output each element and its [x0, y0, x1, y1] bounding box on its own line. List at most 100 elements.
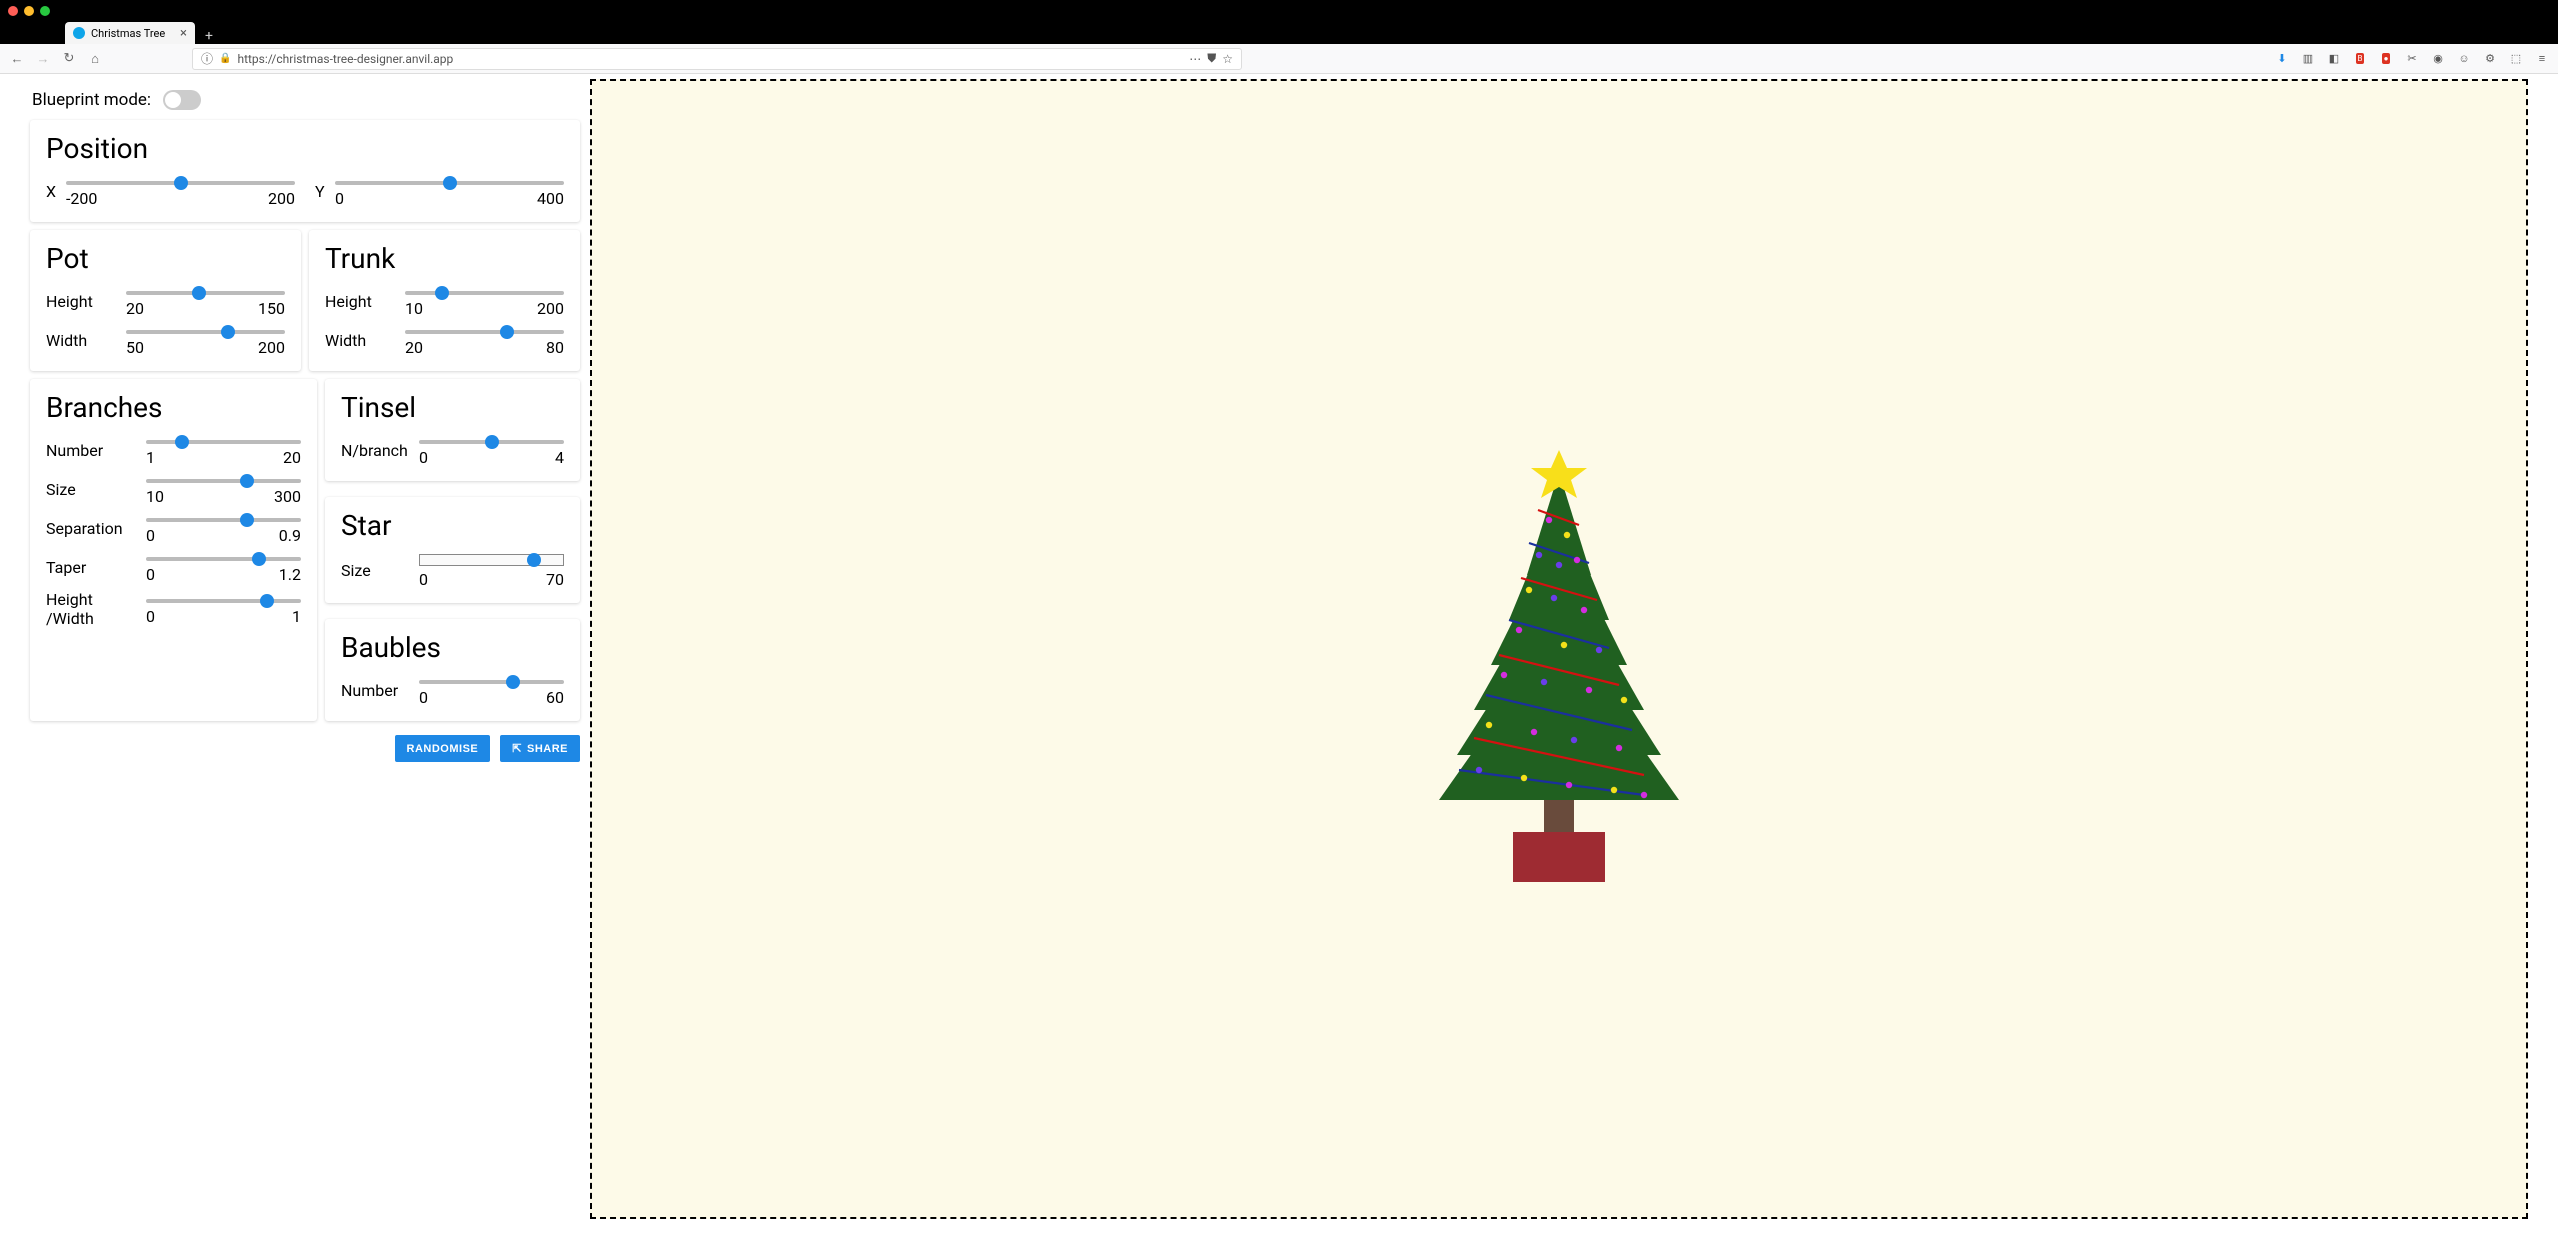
- url-actions-icon[interactable]: ⋯: [1189, 52, 1201, 66]
- pot-title: Pot: [46, 242, 285, 275]
- traffic-lights: [8, 6, 50, 16]
- branches-taper-slider[interactable]: [146, 557, 301, 561]
- close-tab-icon[interactable]: ×: [180, 26, 187, 41]
- star-size-label: Size: [341, 561, 409, 580]
- forward-button[interactable]: →: [34, 51, 52, 67]
- trunk-width-thumb[interactable]: [500, 325, 514, 339]
- baubles-number-thumb[interactable]: [506, 675, 520, 689]
- branches-taper-min: 0: [146, 565, 155, 584]
- bookmark-icon[interactable]: ☆: [1222, 52, 1233, 66]
- baubles-number-max: 60: [546, 688, 564, 707]
- x-min: -200: [66, 189, 97, 208]
- pot-width-slider[interactable]: [126, 330, 285, 334]
- star-size-slider[interactable]: [419, 554, 564, 566]
- tree-canvas: [590, 79, 2528, 1219]
- sync-icon[interactable]: ◉: [2430, 51, 2446, 67]
- branches-number-slider[interactable]: [146, 440, 301, 444]
- card-trunk: Trunk Height 10200 Width 2080: [309, 230, 580, 371]
- share-button[interactable]: ⇱ SHARE: [500, 735, 580, 762]
- y-thumb[interactable]: [443, 176, 457, 190]
- share-label: SHARE: [527, 743, 568, 755]
- trunk-height-label: Height: [325, 292, 395, 311]
- shield-icon[interactable]: ⛊: [1207, 51, 1216, 66]
- reload-button[interactable]: ↻: [60, 51, 78, 66]
- branches-sep-max: 0.9: [279, 526, 301, 545]
- blueprint-toggle[interactable]: [163, 90, 201, 110]
- tinsel-nbranch-max: 4: [555, 448, 564, 467]
- branches-hw-thumb[interactable]: [260, 594, 274, 608]
- trunk-height-thumb[interactable]: [435, 286, 449, 300]
- info-icon[interactable]: ⓘ: [201, 50, 213, 67]
- x-slider[interactable]: [66, 181, 295, 185]
- pot-width-min: 50: [126, 338, 144, 357]
- branches-number-thumb[interactable]: [175, 435, 189, 449]
- branches-size-slider[interactable]: [146, 479, 301, 483]
- branches-hw-min: 0: [146, 607, 155, 626]
- tree-trunk: [1544, 800, 1574, 832]
- share-icon: ⇱: [512, 742, 522, 755]
- branches-taper-label: Taper: [46, 558, 136, 577]
- branches-sep-slider[interactable]: [146, 518, 301, 522]
- favicon-icon: [73, 27, 85, 39]
- controls-panel: Blueprint mode: Position X -200200 Y: [0, 74, 590, 1234]
- star-size-thumb[interactable]: [527, 553, 541, 567]
- branches-size-min: 10: [146, 487, 164, 506]
- x-thumb[interactable]: [174, 176, 188, 190]
- branches-hw-label: Height /Width: [46, 590, 136, 628]
- tab-strip: Christmas Tree × +: [0, 22, 2558, 44]
- randomise-button[interactable]: RANDOMISE: [395, 735, 491, 762]
- library-icon[interactable]: ▥: [2300, 51, 2316, 67]
- branches-number-label: Number: [46, 441, 136, 460]
- branches-taper-thumb[interactable]: [252, 552, 266, 566]
- pot-width-label: Width: [46, 331, 116, 350]
- close-window-button[interactable]: [8, 6, 18, 16]
- account-icon[interactable]: ☺: [2456, 51, 2472, 67]
- maximize-window-button[interactable]: [40, 6, 50, 16]
- downloads-icon[interactable]: ⬇: [2274, 51, 2290, 67]
- branches-size-max: 300: [274, 487, 301, 506]
- tinsel-nbranch-slider[interactable]: [419, 440, 564, 444]
- trunk-height-slider[interactable]: [405, 291, 564, 295]
- minimize-window-button[interactable]: [24, 6, 34, 16]
- card-branches: Branches Number 120 Size 10300: [30, 379, 317, 721]
- card-baubles: Baubles Number 060: [325, 619, 580, 721]
- baubles-number-label: Number: [341, 681, 409, 700]
- trunk-width-slider[interactable]: [405, 330, 564, 334]
- pot-width-thumb[interactable]: [221, 325, 235, 339]
- pot-height-slider[interactable]: [126, 291, 285, 295]
- star-size-max: 70: [546, 570, 564, 589]
- baubles-number-slider[interactable]: [419, 680, 564, 684]
- tab-title: Christmas Tree: [91, 27, 165, 40]
- tree-svg: [1429, 450, 1689, 890]
- pot-width-max: 200: [258, 338, 285, 357]
- branches-sep-label: Separation: [46, 519, 136, 538]
- branches-hw-slider[interactable]: [146, 599, 301, 603]
- ext-2-icon[interactable]: ●: [2378, 51, 2394, 67]
- branches-size-thumb[interactable]: [240, 474, 254, 488]
- baubles-title: Baubles: [341, 631, 564, 664]
- ext-3-icon[interactable]: ⬚: [2508, 51, 2524, 67]
- url-bar[interactable]: ⓘ 🔒 https://christmas-tree-designer.anvi…: [192, 48, 1242, 70]
- lock-icon: 🔒: [219, 53, 231, 64]
- toolbar-right: ⬇ ▥ ◧ B ● ✂ ◉ ☺ ⚙ ⬚ ≡: [2274, 51, 2550, 67]
- back-button[interactable]: ←: [8, 51, 26, 67]
- branches-number-max: 20: [283, 448, 301, 467]
- branches-sep-thumb[interactable]: [240, 513, 254, 527]
- sidebar-icon[interactable]: ◧: [2326, 51, 2342, 67]
- ext-1-icon[interactable]: B: [2352, 51, 2368, 67]
- url-text: https://christmas-tree-designer.anvil.ap…: [237, 52, 453, 66]
- trunk-title: Trunk: [325, 242, 564, 275]
- screenshot-icon[interactable]: ✂: [2404, 51, 2420, 67]
- settings-icon[interactable]: ⚙: [2482, 51, 2498, 67]
- pot-height-thumb[interactable]: [192, 286, 206, 300]
- browser-tab[interactable]: Christmas Tree ×: [65, 22, 195, 44]
- window-titlebar: [0, 0, 2558, 22]
- star-title: Star: [341, 509, 564, 542]
- new-tab-button[interactable]: +: [195, 28, 223, 44]
- home-button[interactable]: ⌂: [86, 51, 104, 67]
- y-max: 400: [537, 189, 564, 208]
- tinsel-nbranch-thumb[interactable]: [485, 435, 499, 449]
- menu-icon[interactable]: ≡: [2534, 51, 2550, 67]
- y-slider[interactable]: [335, 181, 564, 185]
- y-min: 0: [335, 189, 344, 208]
